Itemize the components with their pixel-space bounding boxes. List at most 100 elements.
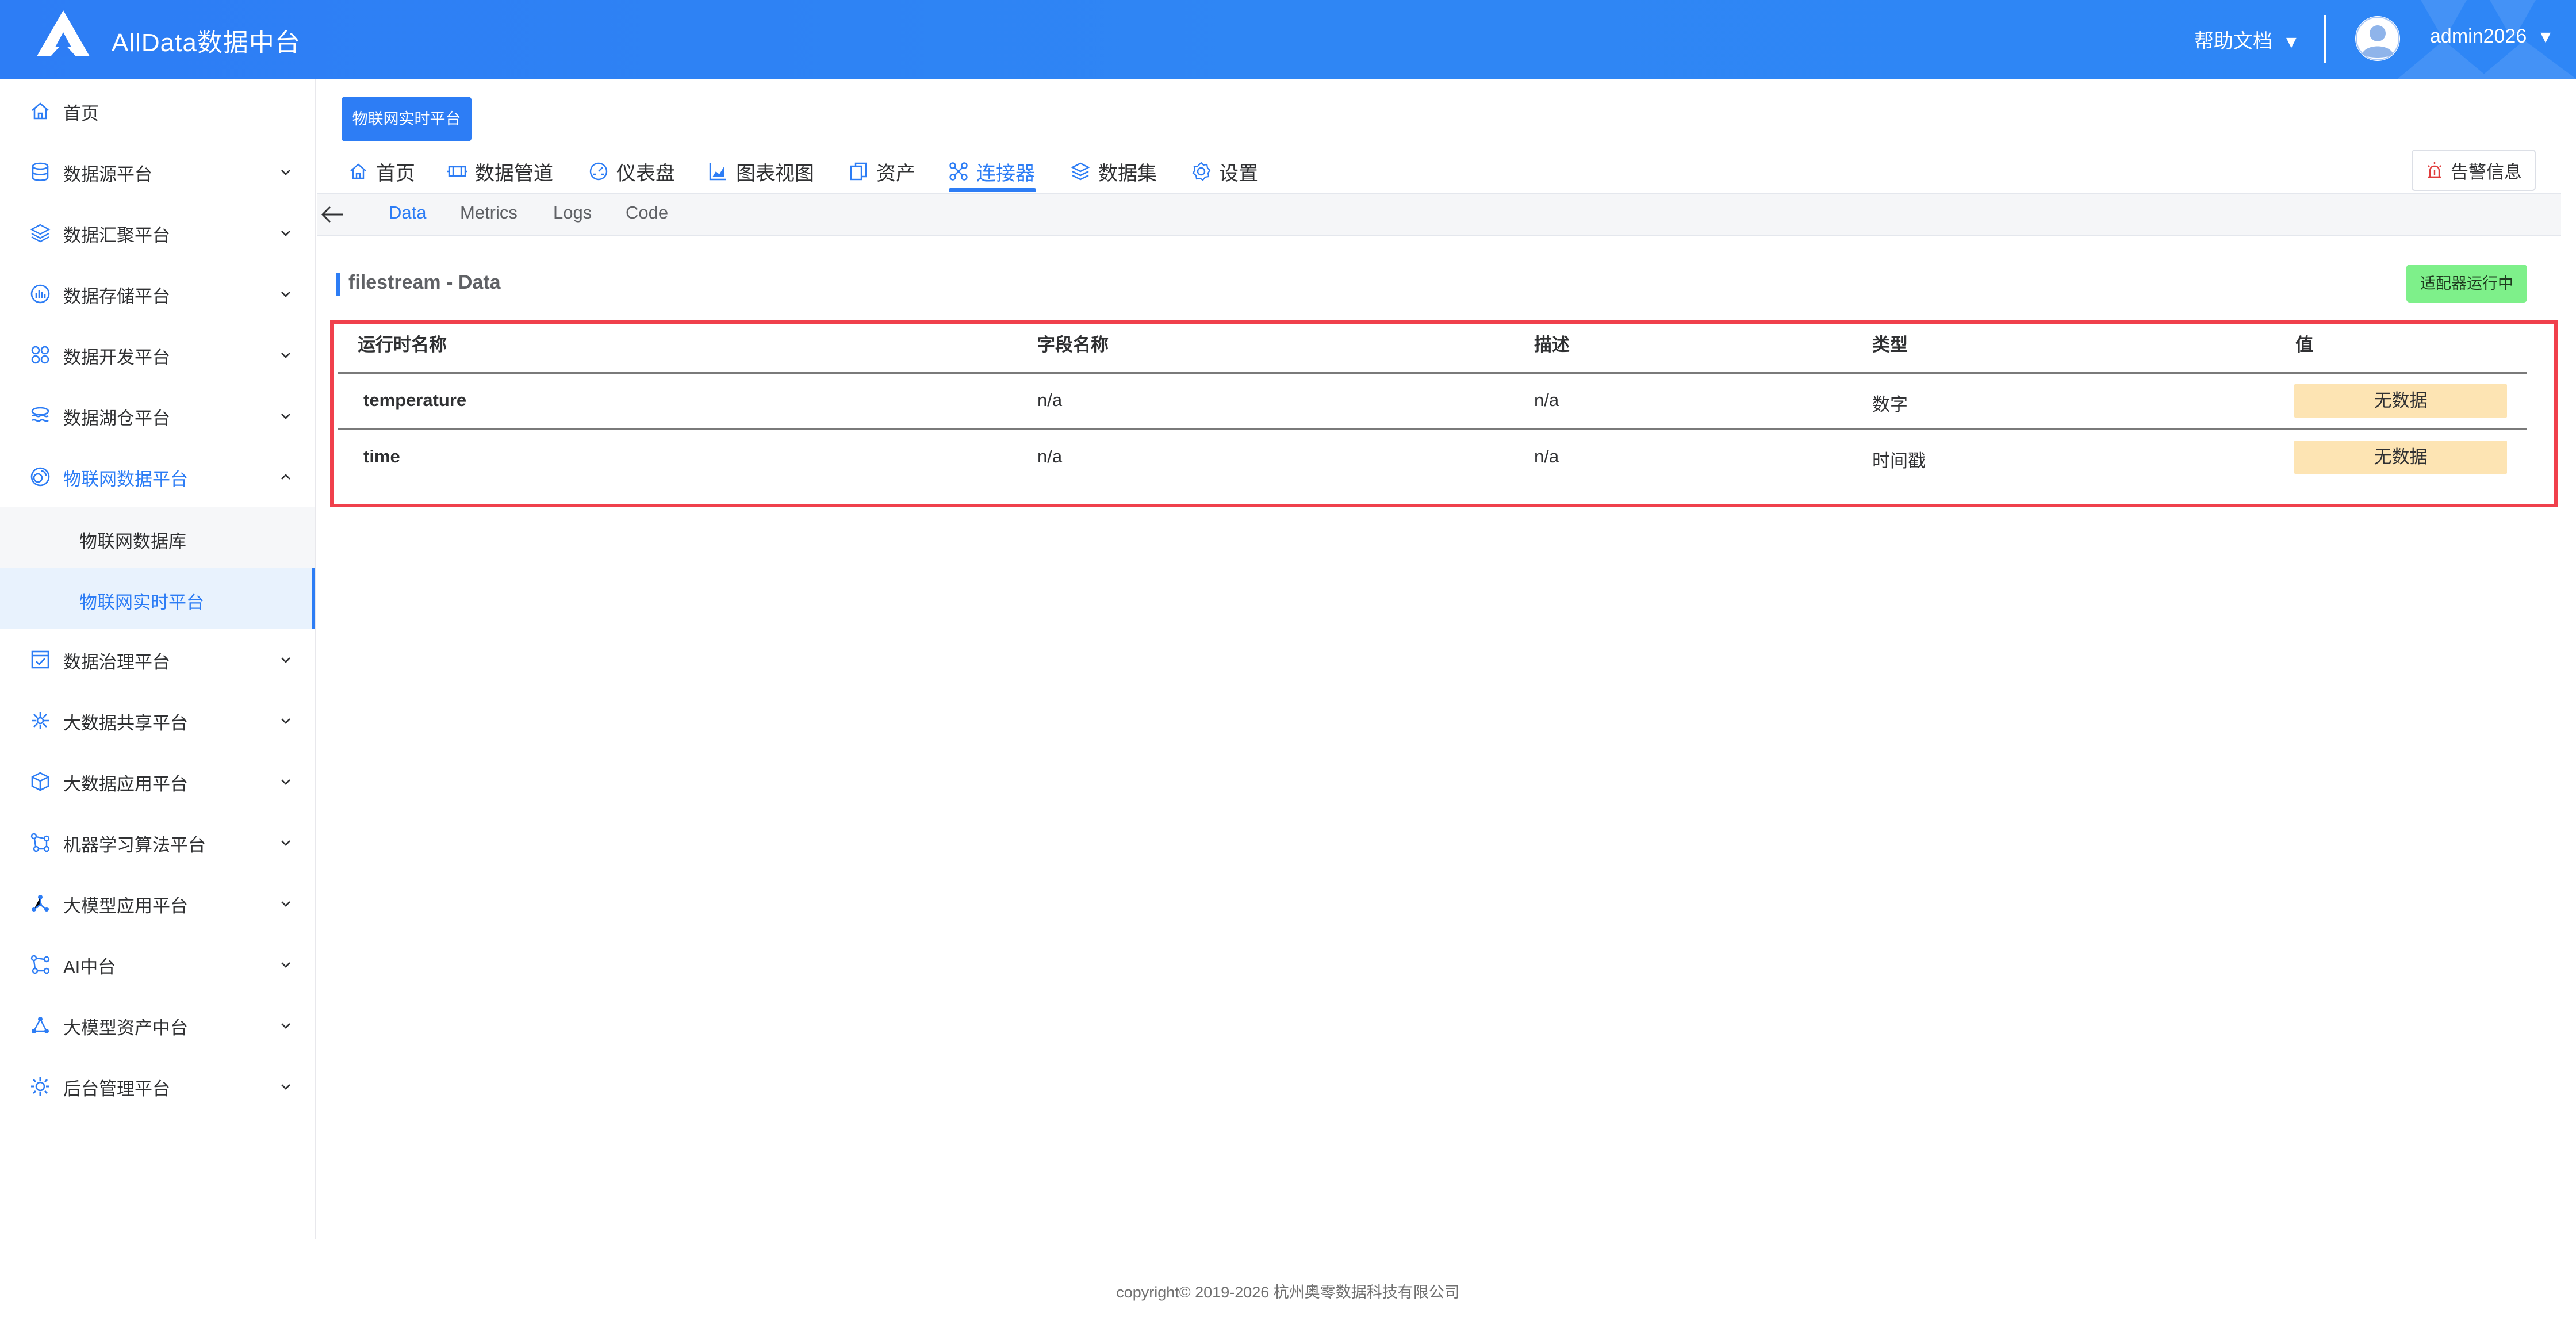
sidebar-item-ai[interactable]: AI中台	[0, 934, 315, 995]
chevron-down-icon	[281, 170, 290, 175]
chevron-down-icon	[281, 231, 290, 236]
sidebar-item-model-asset[interactable]: 大模型资产中台	[0, 995, 315, 1056]
column-header-field-name: 字段名称	[1037, 335, 1109, 355]
sidebar-item-datasource[interactable]: 数据源平台	[0, 141, 315, 202]
chevron-down-icon	[281, 414, 290, 419]
tab-home[interactable]: 首页	[348, 156, 415, 186]
tab-pipeline[interactable]: 数据管道	[447, 156, 553, 186]
admin-gear-icon	[31, 1077, 49, 1096]
tab-assets[interactable]: 资产	[849, 156, 915, 186]
adapter-status-badge: 适配器运行中	[2406, 265, 2527, 303]
sidebar-item-development[interactable]: 数据开发平台	[0, 324, 315, 385]
help-docs-dropdown[interactable]: 帮助文档 ▼	[2194, 25, 2300, 53]
sidebar-item-iot[interactable]: 物联网数据平台	[0, 446, 315, 507]
sidebar-item-aggregation[interactable]: 数据汇聚平台	[0, 202, 315, 263]
cell-value-badge: 无数据	[2294, 384, 2507, 418]
sidebar-item-label: 数据开发平台	[63, 347, 170, 367]
column-header-value: 值	[2295, 335, 2313, 355]
cell-value-badge: 无数据	[2294, 441, 2507, 474]
tab-label: 连接器	[976, 162, 1035, 185]
tab-label: 仪表盘	[616, 162, 675, 185]
cell-runtime-name: time	[363, 446, 400, 466]
cell-type: 数字	[1872, 395, 1908, 415]
cube-icon	[31, 772, 49, 791]
tab-label: 数据管道	[475, 162, 553, 185]
tab-connectors[interactable]: 连接器	[949, 156, 1035, 186]
user-menu-dropdown[interactable]: admin2026 ▼	[2430, 25, 2554, 48]
section-title-accent	[336, 273, 340, 296]
tab-settings[interactable]: 设置	[1191, 156, 1258, 186]
subtab-data[interactable]: Data	[389, 202, 426, 223]
model-app-icon	[32, 895, 49, 912]
tab-label: 资产	[876, 162, 915, 185]
home-icon	[32, 102, 49, 120]
sidebar-item-label: AI中台	[63, 957, 116, 977]
column-header-description: 描述	[1534, 335, 1570, 355]
chevron-down-icon	[281, 1023, 290, 1029]
sidebar-item-home[interactable]: 首页	[0, 81, 315, 141]
sidebar-item-model-app[interactable]: 大模型应用平台	[0, 873, 315, 934]
sidebar-item-storage[interactable]: 数据存储平台	[0, 263, 315, 324]
iot-icon	[30, 467, 50, 487]
back-arrow-icon[interactable]	[320, 204, 345, 225]
current-page-tag[interactable]: 物联网实时平台	[342, 97, 471, 141]
chevron-down-icon	[281, 901, 290, 907]
cell-field-name: n/a	[1037, 446, 1063, 466]
cell-runtime-name: temperature	[363, 390, 467, 410]
tab-label: 图表视图	[736, 162, 814, 185]
sidebar-item-label: 大模型应用平台	[63, 896, 188, 916]
dataset-icon	[1071, 162, 1090, 181]
cell-description: n/a	[1534, 446, 1559, 466]
top-header: AllData数据中台 帮助文档 ▼ admin2026 ▼	[0, 0, 2576, 79]
share-icon	[32, 712, 49, 729]
storage-chart-icon	[30, 284, 50, 304]
sidebar-item-label: 后台管理平台	[63, 1079, 170, 1099]
sidebar-item-lakehouse[interactable]: 数据湖仓平台	[0, 385, 315, 446]
subtab-metrics[interactable]: Metrics	[460, 202, 518, 223]
sidebar-subitem-iot-realtime[interactable]: 物联网实时平台	[0, 568, 315, 629]
alldata-logo-icon	[37, 10, 90, 56]
tab-chart-view[interactable]: 图表视图	[708, 156, 814, 186]
asset-icon	[850, 162, 867, 181]
copyright-footer: copyright© 2019-2026 杭州奥零数据科技有限公司	[1116, 1284, 1460, 1301]
sidebar-subitem-label: 物联网实时平台	[79, 592, 204, 612]
sidebar-item-label: 数据治理平台	[63, 652, 170, 672]
grid-apps-icon	[31, 346, 49, 364]
home-icon	[350, 163, 366, 179]
sidebar-item-application[interactable]: 大数据应用平台	[0, 751, 315, 812]
user-avatar-icon	[2356, 17, 2399, 60]
sidebar-item-governance[interactable]: 数据治理平台	[0, 629, 315, 690]
sidebar-item-label: 首页	[63, 104, 99, 124]
sidebar-item-ml[interactable]: 机器学习算法平台	[0, 812, 315, 873]
caret-down-icon: ▼	[2537, 28, 2554, 47]
subtab-code[interactable]: Code	[626, 202, 668, 223]
ai-icon	[30, 955, 50, 974]
sidebar: 首页 数据源平台 数据汇聚平台 数据存储平台 数据开发平台 数据湖仓平台 物联网…	[0, 79, 316, 1239]
cell-description: n/a	[1534, 390, 1559, 410]
header-divider	[2324, 15, 2326, 63]
tab-datasets[interactable]: 数据集	[1071, 156, 1157, 186]
chevron-down-icon	[281, 1084, 290, 1090]
pipeline-icon	[447, 166, 467, 177]
sidebar-item-admin[interactable]: 后台管理平台	[0, 1056, 315, 1117]
alert-info-button[interactable]: 告警信息	[2412, 150, 2536, 191]
section-title: filestream - Data	[348, 271, 501, 293]
avatar[interactable]	[2355, 16, 2400, 61]
connector-icon	[949, 162, 968, 181]
app-title: AllData数据中台	[112, 29, 301, 57]
help-docs-label: 帮助文档	[2194, 30, 2272, 52]
sidebar-item-label: 数据汇聚平台	[63, 225, 170, 246]
tab-dashboard[interactable]: 仪表盘	[589, 156, 675, 186]
sidebar-item-label: 数据湖仓平台	[63, 408, 170, 428]
sidebar-item-label: 大数据应用平台	[63, 774, 188, 794]
sidebar-subitem-iot-database[interactable]: 物联网数据库	[0, 507, 315, 568]
tab-label: 设置	[1219, 162, 1258, 185]
ml-icon	[30, 833, 50, 852]
sidebar-subitem-label: 物联网数据库	[79, 531, 186, 552]
chevron-down-icon	[281, 657, 290, 663]
subtab-logs[interactable]: Logs	[553, 202, 592, 223]
caret-down-icon: ▼	[2283, 33, 2300, 52]
tab-label: 数据集	[1098, 162, 1157, 185]
sidebar-item-sharing[interactable]: 大数据共享平台	[0, 690, 315, 751]
sidebar-item-label: 数据源平台	[63, 164, 152, 185]
